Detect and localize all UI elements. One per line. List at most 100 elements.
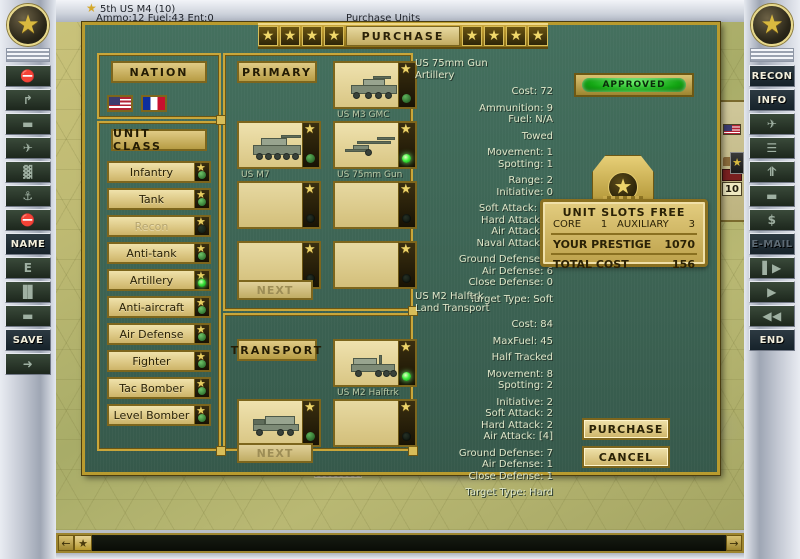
strategic-map-icon[interactable]: ✈ bbox=[749, 113, 795, 135]
unit-list-icon[interactable]: ☰ bbox=[749, 137, 795, 159]
side-panel-star-tab[interactable]: ★ bbox=[730, 152, 744, 174]
end-turn-button[interactable]: END bbox=[749, 329, 795, 351]
window-bottom-bar bbox=[0, 553, 800, 559]
unit-class-item-level-bomber[interactable]: Level Bomber★ bbox=[107, 404, 211, 426]
email-button[interactable]: E-MAIL bbox=[749, 233, 795, 255]
purchase-button[interactable]: PURCHASE bbox=[582, 418, 670, 440]
deploy-unit-icon[interactable]: ▬ bbox=[749, 185, 795, 207]
unit-slot-led-indicator: ★ bbox=[303, 399, 321, 447]
unit-slot-empty[interactable]: ★ bbox=[237, 181, 321, 229]
led-dot bbox=[198, 225, 206, 233]
scroll-left-button[interactable]: ← bbox=[58, 535, 74, 551]
unit-slot-filled[interactable]: ★ bbox=[333, 121, 417, 169]
star-icon: ★ bbox=[302, 26, 322, 46]
primary-next-button[interactable]: NEXT bbox=[237, 280, 313, 300]
name-button[interactable]: NAME bbox=[5, 233, 51, 255]
tracked-howitzer-sprite bbox=[247, 133, 303, 161]
save-button[interactable]: SAVE bbox=[5, 329, 51, 351]
flags-icon[interactable]: ▐▌ bbox=[5, 281, 51, 303]
purchase-money-icon-glyph: $ bbox=[768, 214, 777, 226]
unit-class-item-anti-tank[interactable]: Anti-tank★ bbox=[107, 242, 211, 264]
message-scrollbar[interactable]: ← ★ → bbox=[56, 533, 744, 553]
led-dot bbox=[402, 214, 411, 223]
unit-slot-empty[interactable]: ★ bbox=[333, 399, 417, 447]
unit-slot-empty[interactable]: ★ bbox=[333, 241, 417, 289]
unit-class-label: Anti-tank bbox=[107, 242, 195, 264]
reinforce-icon-glyph: ➜ bbox=[23, 358, 33, 370]
unit-class-item-anti-aircraft[interactable]: Anti-aircraft★ bbox=[107, 296, 211, 318]
unit-slot-empty[interactable]: ★ bbox=[333, 181, 417, 229]
grid-overlay-icon-glyph: ▓ bbox=[23, 166, 33, 178]
unit-class-item-tank[interactable]: Tank★ bbox=[107, 188, 211, 210]
air-units-icon[interactable]: ✈ bbox=[5, 137, 51, 159]
tally-icon[interactable]: ⥣ bbox=[749, 161, 795, 183]
unit-class-label: Tac Bomber bbox=[107, 377, 195, 399]
scrollbar-track[interactable] bbox=[94, 536, 724, 550]
stat-line: Air Defense: 6 bbox=[415, 266, 553, 278]
nation-header: NATION bbox=[111, 61, 207, 83]
email-button-glyph: E-MAIL bbox=[751, 239, 792, 250]
right-toolbar: ★ RECONINFO✈☰ ⥣ ▬ $ E-MAIL ▌▶ ▶◀◀ END bbox=[744, 0, 800, 559]
scrollbar-star-icon[interactable]: ★ bbox=[74, 535, 92, 551]
unit-slot-filled[interactable]: ★ bbox=[333, 61, 417, 109]
star-icon: ★ bbox=[462, 26, 482, 46]
unit-slot-image bbox=[333, 241, 399, 289]
reinforce-icon[interactable]: ➜ bbox=[5, 353, 51, 375]
unit-slot-image bbox=[333, 61, 399, 109]
unit-class-item-fighter[interactable]: Fighter★ bbox=[107, 350, 211, 372]
naval-units-icon[interactable]: ⚓ bbox=[5, 185, 51, 207]
experience-icon-glyph: E bbox=[24, 262, 33, 274]
unit-class-led-indicator: ★ bbox=[195, 350, 211, 372]
unit-class-item-air-defense[interactable]: Air Defense★ bbox=[107, 323, 211, 345]
purchase-money-icon[interactable]: $ bbox=[749, 209, 795, 231]
info-button[interactable]: INFO bbox=[749, 89, 795, 111]
auxiliary-label: AUXILIARY bbox=[617, 219, 679, 230]
transport-unit-stats: US M2 Halftrk Land Transport Cost: 84Max… bbox=[415, 291, 553, 499]
star-icon: ★ bbox=[258, 26, 278, 46]
experience-icon[interactable]: E bbox=[5, 257, 51, 279]
unit-class-item-tac-bomber[interactable]: Tac Bomber★ bbox=[107, 377, 211, 399]
scroll-right-button[interactable]: → bbox=[726, 535, 742, 551]
led-dot bbox=[402, 274, 411, 283]
toolbar-grill-decor bbox=[750, 48, 794, 62]
star-emblem-icon: ★ bbox=[751, 4, 793, 46]
tally-icon-glyph: ⥣ bbox=[767, 166, 776, 178]
unit-slot-filled[interactable]: ★ bbox=[237, 399, 321, 447]
unit-class-item-artillery[interactable]: Artillery★ bbox=[107, 269, 211, 291]
ground-units-icon[interactable]: ▬ bbox=[5, 113, 51, 135]
unit-slot-filled[interactable]: ★ bbox=[237, 121, 321, 169]
star-icon: ★ bbox=[280, 26, 300, 46]
stat-line: Spotting: 1 bbox=[415, 159, 553, 171]
cancel-button[interactable]: CANCEL bbox=[582, 446, 670, 468]
tank-icon[interactable]: ▬ bbox=[5, 305, 51, 327]
core-label: CORE bbox=[553, 219, 591, 230]
naval-units-icon-glyph: ⚓ bbox=[22, 190, 33, 202]
flag-united-states-button[interactable] bbox=[107, 95, 133, 112]
transport-next-button[interactable]: NEXT bbox=[237, 443, 313, 463]
no-supply-icon[interactable]: ⛔ bbox=[5, 65, 51, 87]
flag-france-button[interactable] bbox=[141, 95, 167, 112]
star-icon: ★ bbox=[304, 123, 316, 136]
stat-line: Target Type: Hard bbox=[415, 487, 553, 499]
grid-overlay-icon[interactable]: ▓ bbox=[5, 161, 51, 183]
unit-class-item-infantry[interactable]: Infantry★ bbox=[107, 161, 211, 183]
unit-slot-label: US M2 Halftrk bbox=[337, 388, 399, 398]
led-dot bbox=[306, 154, 315, 163]
unit-class-item-recon[interactable]: Recon★ bbox=[107, 215, 211, 237]
end-turn-button-glyph: END bbox=[760, 335, 785, 346]
star-icon: ★ bbox=[528, 26, 548, 46]
recon-button[interactable]: RECON bbox=[749, 65, 795, 87]
move-unit-icon[interactable]: ↱ bbox=[5, 89, 51, 111]
no-entry-icon[interactable]: ⛔ bbox=[5, 209, 51, 231]
step-forward-icon-glyph: ▌▶ bbox=[762, 262, 781, 274]
rewind-icon[interactable]: ◀◀ bbox=[749, 305, 795, 327]
unit-slot-image bbox=[237, 399, 303, 447]
step-forward-icon[interactable]: ▌▶ bbox=[749, 257, 795, 279]
led-dot bbox=[402, 432, 411, 441]
unit-class-label: Level Bomber bbox=[107, 404, 195, 426]
play-icon[interactable]: ▶ bbox=[749, 281, 795, 303]
unit-slot-label: US 75mm Gun bbox=[337, 170, 402, 180]
name-button-glyph: NAME bbox=[11, 239, 46, 250]
star-icon: ★ bbox=[400, 123, 412, 136]
unit-slot-filled[interactable]: ★ bbox=[333, 339, 417, 387]
